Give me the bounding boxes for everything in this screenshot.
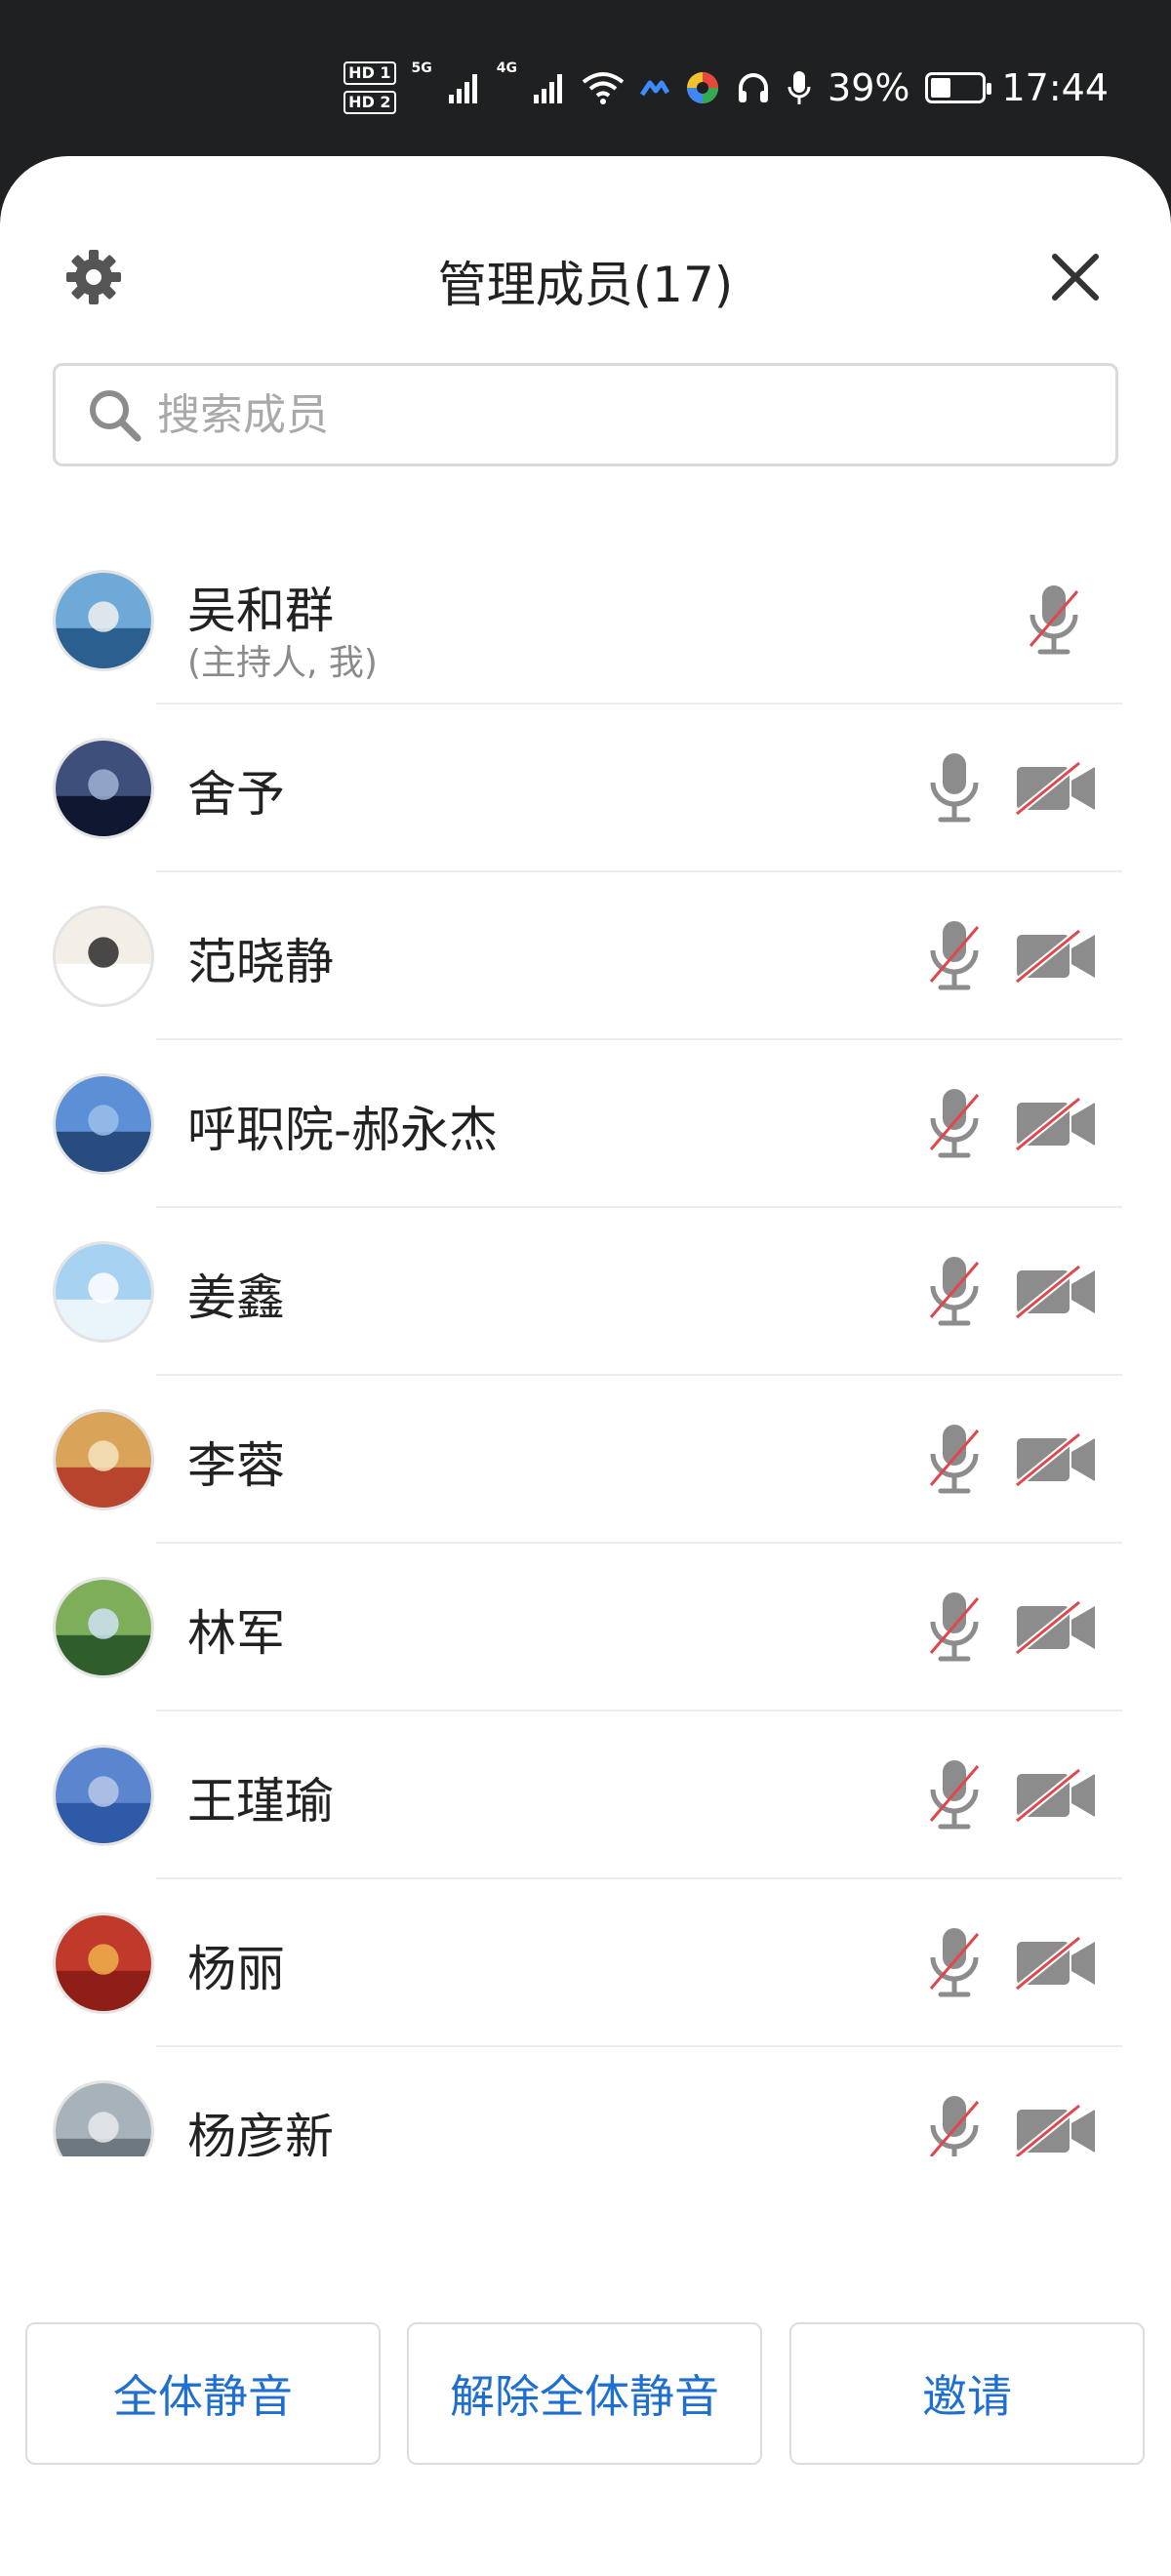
mic-on-icon[interactable] [925,749,984,827]
mic-muted-icon[interactable] [925,1589,984,1667]
battery-icon [925,72,992,103]
avatar [53,1745,154,1846]
member-name: 杨丽 [187,1941,285,1997]
mic-muted-icon[interactable] [925,1756,984,1834]
hd-indicator: HD 1 HD 2 [343,61,396,114]
member-row[interactable]: 吴和群 (主持人, 我) [0,537,1171,704]
member-role: (主持人, 我) [187,643,378,683]
video-off-icon[interactable] [1014,759,1097,818]
network-5g-label: 5G [411,60,432,76]
mic-muted-icon[interactable] [1025,582,1083,660]
member-row[interactable]: 杨丽 [0,1879,1171,2047]
member-name: 王瑾瑜 [187,1773,334,1830]
page-title: 管理成员(17) [437,257,734,313]
member-name: 姜鑫 [187,1269,285,1326]
wifi-icon [582,70,625,105]
member-row[interactable]: 姜鑫 [0,1208,1171,1376]
mic-muted-icon[interactable] [925,1085,984,1163]
avatar [53,1912,154,2014]
avatar [53,570,154,671]
mic-muted-icon[interactable] [925,1421,984,1499]
close-icon[interactable] [1050,252,1101,302]
member-list[interactable]: 吴和群(主持人, 我)舍予范晓静呼职院-郝永杰姜鑫李蓉林军王瑾瑜杨丽杨彦新赵金山 [0,537,1171,2272]
member-row[interactable]: 呼职院-郝永杰 [0,1040,1171,1208]
member-row[interactable]: 舍予 [0,704,1171,872]
member-row[interactable]: 李蓉 [0,1376,1171,1544]
app-color-icon [685,70,720,105]
microphone-status-icon [787,69,812,106]
invite-button[interactable]: 邀请 [789,2322,1145,2465]
mute-all-button[interactable]: 全体静音 [25,2322,381,2465]
video-off-icon[interactable] [1014,1095,1097,1153]
video-off-icon[interactable] [1014,2102,1097,2160]
member-name: 舍予 [187,766,285,823]
avatar [53,906,154,1007]
unmute-all-button[interactable]: 解除全体静音 [407,2322,762,2465]
video-off-icon[interactable] [1014,1766,1097,1825]
avatar [53,1409,154,1510]
mic-muted-icon[interactable] [925,1924,984,2002]
search-box[interactable] [53,363,1118,466]
headphones-icon [736,70,771,105]
app-notification-icon [640,77,670,99]
avatar [53,1577,154,1678]
member-name: 范晓静 [187,934,334,990]
signal-icon [448,71,481,104]
hd1-badge: HD 1 [343,61,396,85]
battery-percent: 39% [828,66,910,109]
video-off-icon[interactable] [1014,1430,1097,1489]
video-off-icon[interactable] [1014,1934,1097,1992]
member-row[interactable]: 林军 [0,1544,1171,1711]
member-name: 林军 [187,1605,285,1662]
clock: 17:44 [1001,66,1109,109]
avatar [53,1241,154,1343]
member-name: 呼职院-郝永杰 [187,1102,499,1158]
member-row[interactable]: 范晓静 [0,872,1171,1040]
search-icon [90,390,141,442]
video-off-icon[interactable] [1014,1598,1097,1657]
signal-icon [533,71,566,104]
hd2-badge: HD 2 [343,91,396,114]
video-off-icon[interactable] [1014,1263,1097,1321]
mic-muted-icon[interactable] [925,1253,984,1331]
mic-muted-icon[interactable] [925,917,984,995]
avatar [53,1073,154,1175]
member-name: 李蓉 [187,1437,285,1494]
member-row[interactable]: 王瑾瑜 [0,1711,1171,1879]
search-input[interactable] [157,389,1035,440]
video-off-icon[interactable] [1014,927,1097,986]
network-4g-label: 4G [496,60,518,76]
member-name: 吴和群 [187,583,334,639]
status-bar: HD 1 HD 2 5G 4G 39% 17:44 [0,0,1171,156]
avatar [53,738,154,839]
